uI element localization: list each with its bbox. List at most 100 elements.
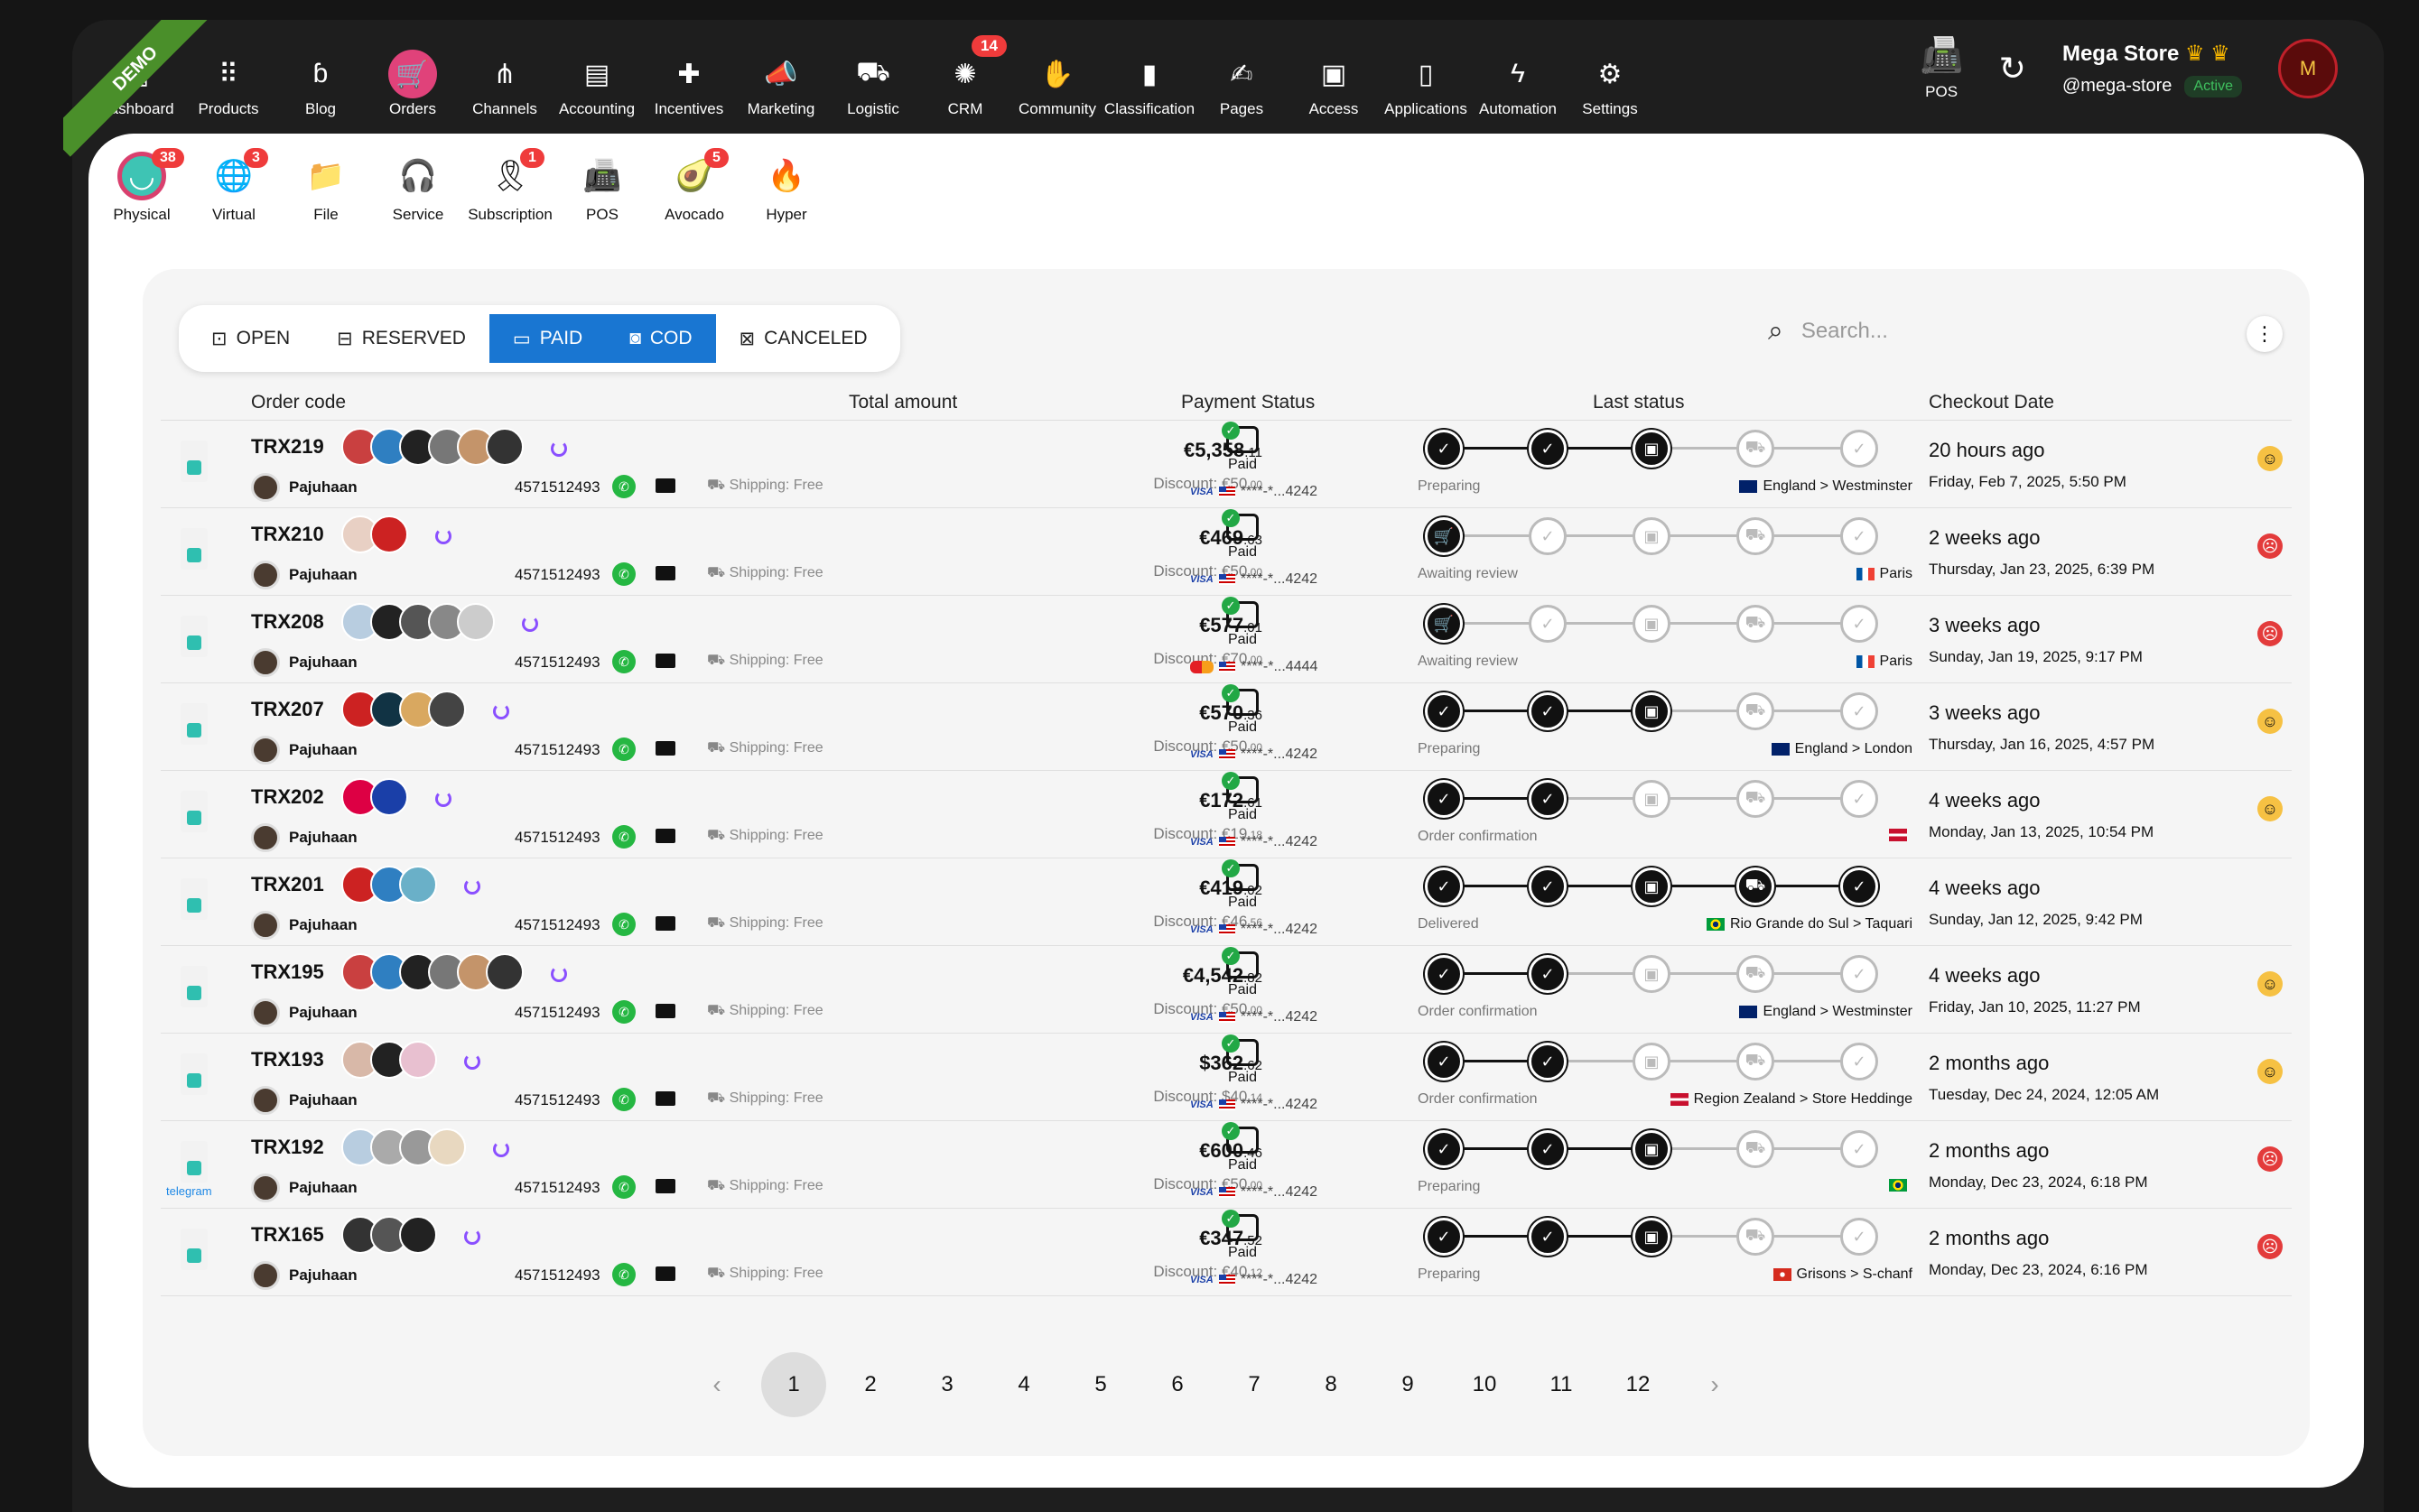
page-button[interactable]: 5	[1068, 1352, 1133, 1417]
page-button[interactable]: 8	[1298, 1352, 1363, 1417]
customer[interactable]: Pajuhaan	[251, 561, 358, 589]
header-last-status[interactable]: Last status	[1593, 392, 1685, 413]
nav-item-classification[interactable]: ▮ Classification	[1103, 50, 1196, 122]
whatsapp-icon[interactable]: ✆	[612, 913, 636, 936]
product-thumbnail[interactable]	[486, 428, 524, 466]
whatsapp-icon[interactable]: ✆	[612, 1263, 636, 1286]
order-code[interactable]: TRX165	[251, 1223, 324, 1247]
product-thumbnail[interactable]	[428, 1128, 466, 1166]
angry-face-icon[interactable]: ☹	[2257, 1234, 2283, 1259]
order-code[interactable]: TRX192	[251, 1136, 324, 1159]
nav-item-marketing[interactable]: 📣 Marketing	[735, 50, 827, 122]
status-tracker[interactable]: 🛒 ✓ ▣ ⛟ ✓	[1425, 605, 1894, 643]
page-button[interactable]: 10	[1452, 1352, 1517, 1417]
customer[interactable]: Pajuhaan	[251, 1173, 358, 1202]
page-button[interactable]: 4	[991, 1352, 1056, 1417]
nav-item-incentives[interactable]: ✚ Incentives	[643, 50, 735, 122]
status-tracker[interactable]: 🛒 ✓ ▣ ⛟ ✓	[1425, 517, 1894, 555]
angry-face-icon[interactable]: ☹	[2257, 621, 2283, 646]
payment-status[interactable]: ✓ Paid	[1206, 947, 1279, 998]
nav-item-channels[interactable]: ⋔ Channels	[459, 50, 551, 122]
chevron-right-icon[interactable]: ›	[1682, 1352, 1747, 1417]
product-thumbnails[interactable]	[341, 515, 408, 553]
page-button[interactable]: 2	[838, 1352, 903, 1417]
search-box[interactable]: ⌕ Search...	[1768, 316, 1888, 347]
nav-item-access[interactable]: ▣ Access	[1288, 50, 1380, 122]
nav-item-accounting[interactable]: ▤ Accounting	[551, 50, 643, 122]
product-thumbnails[interactable]	[341, 866, 437, 904]
product-thumbnail[interactable]	[457, 603, 495, 641]
payment-status[interactable]: ✓ Paid	[1206, 1210, 1279, 1261]
order-code[interactable]: TRX210	[251, 523, 324, 546]
table-row[interactable]: TRX202 Pajuhaan 4571512493 ✆ ⛟ Shipping: Fre…	[161, 771, 2292, 858]
mail-icon[interactable]	[656, 654, 675, 668]
table-row[interactable]: TRX210 Pajuhaan 4571512493 ✆ ⛟ Shipping: Fre…	[161, 508, 2292, 596]
angry-face-icon[interactable]: ☹	[2257, 533, 2283, 559]
payment-status[interactable]: ✓ Paid	[1206, 859, 1279, 911]
product-thumbnail[interactable]	[370, 778, 408, 816]
header-checkout-date[interactable]: Checkout Date	[1929, 392, 2054, 413]
customer[interactable]: Pajuhaan	[251, 823, 358, 852]
customer[interactable]: Pajuhaan	[251, 911, 358, 940]
subnav-item-file[interactable]: 📁 File	[280, 152, 372, 224]
status-tracker[interactable]: ✓ ✓ ▣ ⛟ ✓	[1425, 1218, 1894, 1256]
whatsapp-icon[interactable]: ✆	[612, 1088, 636, 1111]
product-thumbnail[interactable]	[399, 1041, 437, 1079]
table-row[interactable]: telegram TRX192 Pajuhaan 4571512493 ✆ ⛟ Shipp…	[161, 1121, 2292, 1209]
header-total-amount[interactable]: Total amount	[849, 392, 957, 413]
smile-face-icon[interactable]: ☺	[2257, 971, 2283, 997]
order-code[interactable]: TRX201	[251, 873, 324, 896]
payment-status[interactable]: ✓ Paid	[1206, 597, 1279, 648]
smile-face-icon[interactable]: ☺	[2257, 446, 2283, 471]
status-tracker[interactable]: ✓ ✓ ▣ ⛟ ✓	[1425, 430, 1894, 468]
product-thumbnails[interactable]	[341, 1041, 437, 1079]
subnav-item-pos[interactable]: 📠 POS	[556, 152, 648, 224]
smile-face-icon[interactable]: ☺	[2257, 1059, 2283, 1084]
tab-paid[interactable]: ▭ PAID	[488, 314, 607, 363]
product-thumbnails[interactable]	[341, 428, 524, 466]
angry-face-icon[interactable]: ☹	[2257, 1146, 2283, 1172]
customer[interactable]: Pajuhaan	[251, 648, 358, 677]
mail-icon[interactable]	[656, 829, 675, 843]
page-button[interactable]: 6	[1145, 1352, 1210, 1417]
smile-face-icon[interactable]: ☺	[2257, 796, 2283, 821]
nav-item-settings[interactable]: ⚙ Settings	[1564, 50, 1656, 122]
product-thumbnail[interactable]	[486, 953, 524, 991]
nav-item-crm[interactable]: ✺ CRM 14	[919, 35, 1011, 122]
subnav-item-service[interactable]: 🎧 Service	[372, 152, 464, 224]
tab-canceled[interactable]: ⊠ CANCELED	[716, 314, 891, 363]
customer[interactable]: Pajuhaan	[251, 1261, 358, 1290]
nav-item-community[interactable]: ✋ Community	[1011, 50, 1103, 122]
order-code[interactable]: TRX219	[251, 435, 324, 459]
smile-face-icon[interactable]: ☺	[2257, 709, 2283, 734]
tab-reserved[interactable]: ⊟ RESERVED	[313, 314, 489, 363]
customer[interactable]: Pajuhaan	[251, 473, 358, 502]
status-tracker[interactable]: ✓ ✓ ▣ ⛟ ✓	[1425, 955, 1894, 993]
page-button[interactable]: 12	[1605, 1352, 1670, 1417]
status-tracker[interactable]: ✓ ✓ ▣ ⛟ ✓	[1425, 867, 1894, 905]
table-row[interactable]: TRX208 Pajuhaan 4571512493 ✆ ⛟ Shipping: Fre…	[161, 596, 2292, 683]
subnav-item-subscription[interactable]: 🎗 Subscription 1	[464, 148, 556, 224]
mail-icon[interactable]	[656, 1091, 675, 1106]
customer[interactable]: Pajuhaan	[251, 736, 358, 765]
whatsapp-icon[interactable]: ✆	[612, 1175, 636, 1199]
product-thumbnail[interactable]	[428, 691, 466, 728]
product-thumbnails[interactable]	[341, 691, 466, 728]
page-button[interactable]: 7	[1222, 1352, 1287, 1417]
order-code[interactable]: TRX193	[251, 1048, 324, 1071]
payment-status[interactable]: ✓ Paid	[1206, 1122, 1279, 1173]
table-row[interactable]: TRX193 Pajuhaan 4571512493 ✆ ⛟ Shipping: Fre…	[161, 1034, 2292, 1121]
product-thumbnail[interactable]	[399, 1216, 437, 1254]
payment-status[interactable]: ✓ Paid	[1206, 422, 1279, 473]
product-thumbnail[interactable]	[399, 866, 437, 904]
store-info[interactable]: Mega Store ♛ ♛ @mega-store Active	[2062, 41, 2242, 97]
tab-open[interactable]: ⊡ OPEN	[188, 314, 313, 363]
header-order-code[interactable]: Order code	[251, 392, 346, 413]
nav-item-blog[interactable]: ɓ Blog	[274, 50, 367, 122]
payment-status[interactable]: ✓ Paid	[1206, 772, 1279, 823]
status-tracker[interactable]: ✓ ✓ ▣ ⛟ ✓	[1425, 780, 1894, 818]
order-code[interactable]: TRX195	[251, 960, 324, 984]
mail-icon[interactable]	[656, 478, 675, 493]
whatsapp-icon[interactable]: ✆	[612, 825, 636, 849]
page-button[interactable]: 11	[1529, 1352, 1594, 1417]
